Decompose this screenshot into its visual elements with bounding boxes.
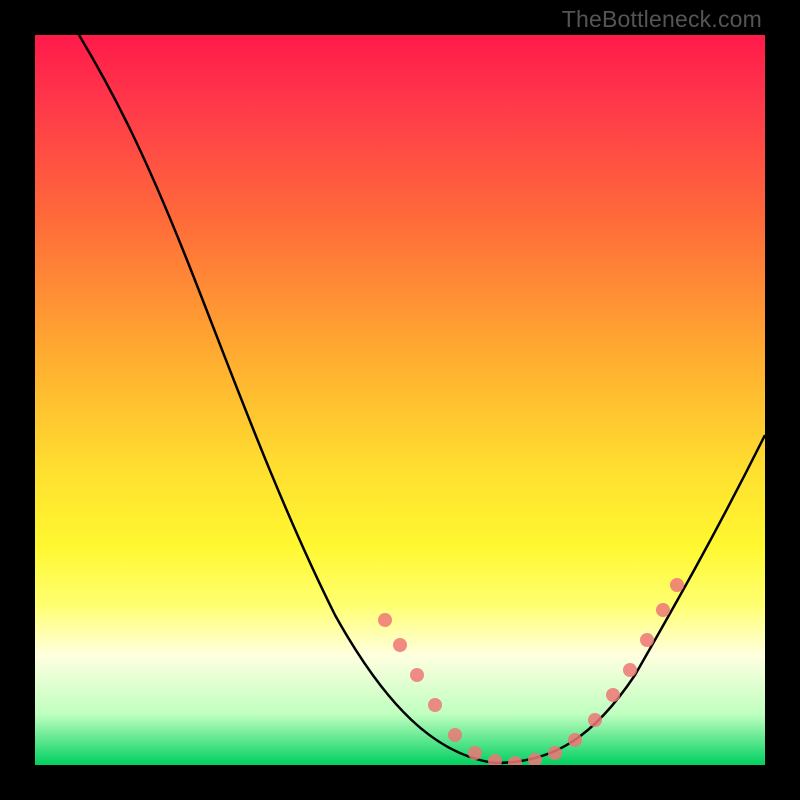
bottleneck-curve (79, 35, 765, 763)
plot-area (35, 35, 765, 765)
chart-frame: TheBottleneck.com (0, 0, 800, 800)
watermark-text: TheBottleneck.com (562, 6, 762, 33)
curve-svg (35, 35, 765, 765)
